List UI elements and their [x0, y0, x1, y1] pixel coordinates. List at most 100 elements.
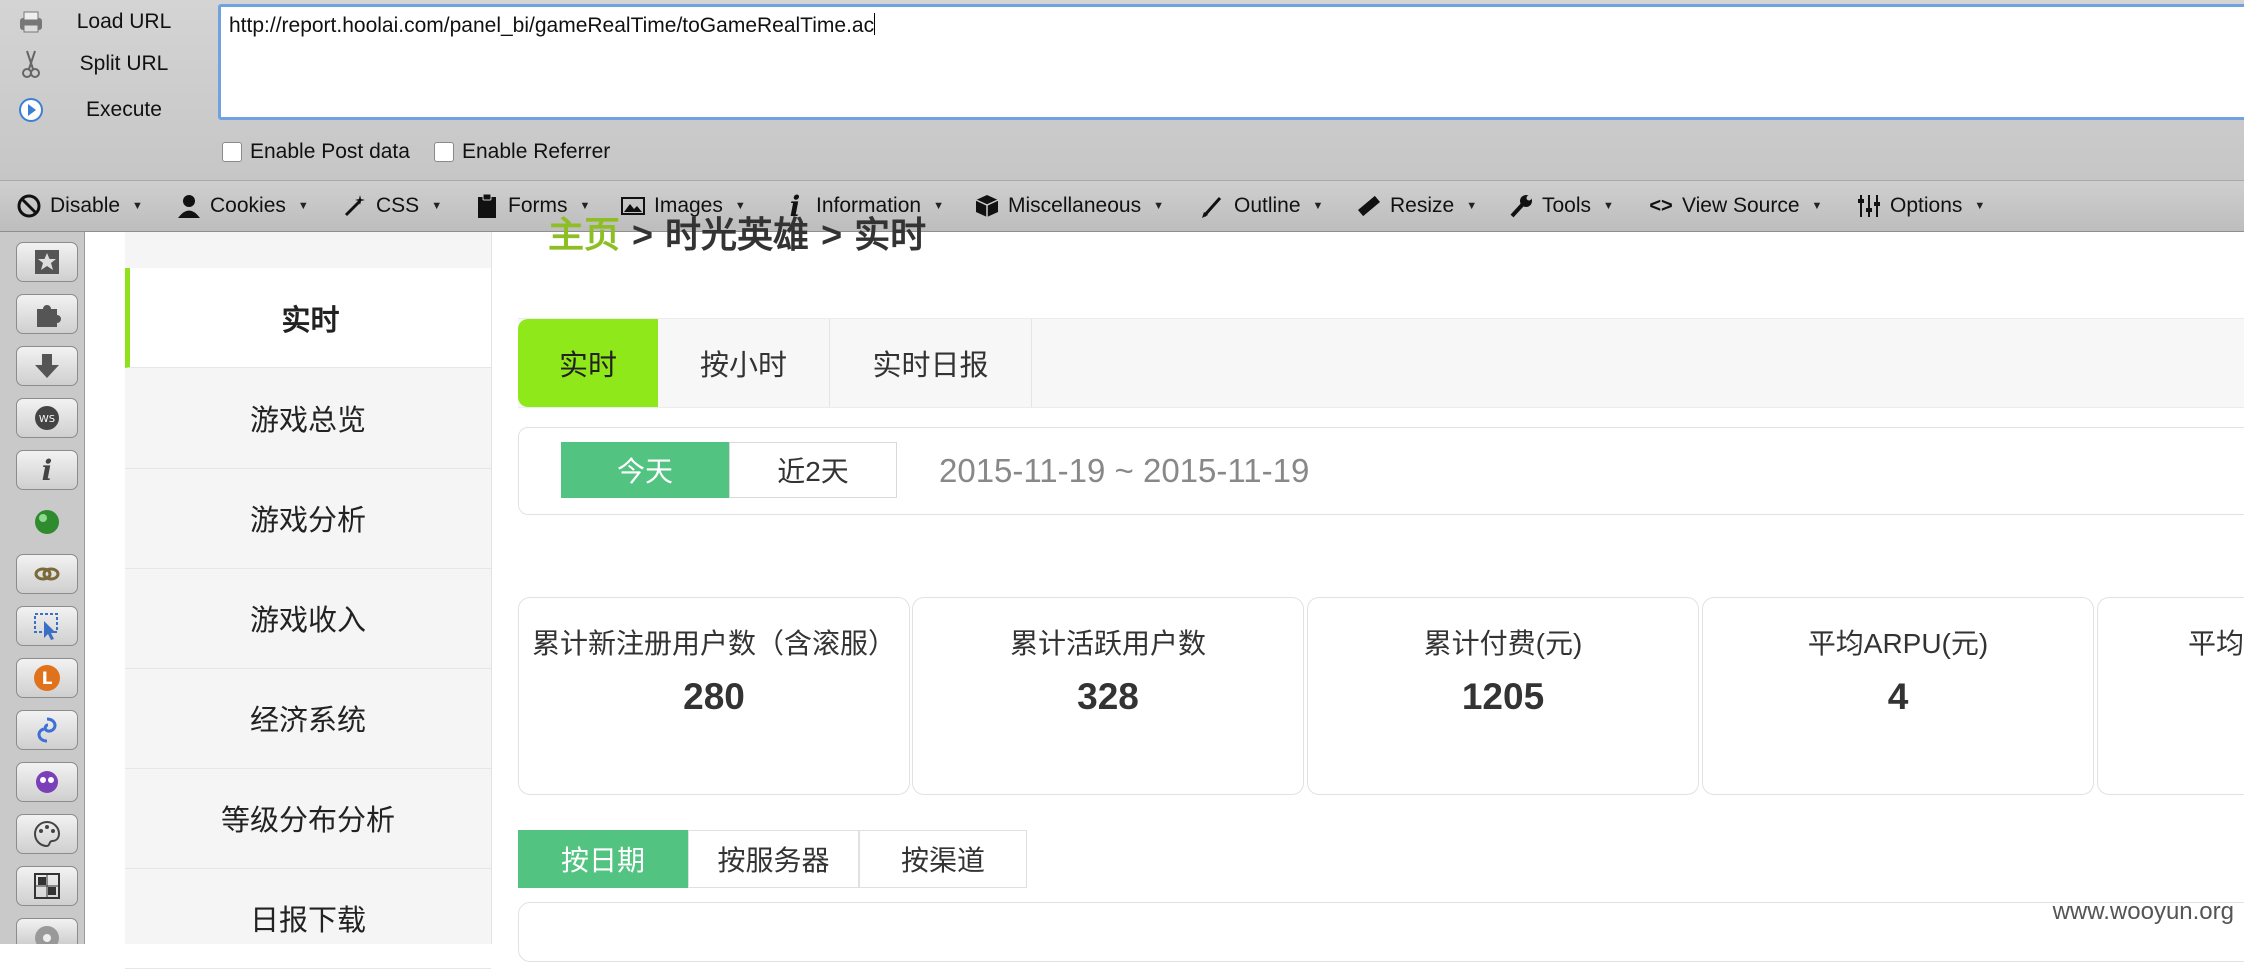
- forms-icon: [474, 193, 500, 219]
- cursor-select-icon[interactable]: [16, 606, 78, 646]
- split-url-label: Split URL: [79, 52, 169, 75]
- download-arrow-icon[interactable]: [16, 346, 78, 386]
- addon-puzzle-icon[interactable]: [16, 294, 78, 334]
- menu-miscellaneous[interactable]: Miscellaneous ▼: [974, 181, 1164, 231]
- load-url-button[interactable]: Load URL: [0, 0, 200, 44]
- today-button[interactable]: 今天: [561, 442, 729, 498]
- breadcrumb-separator: >: [632, 214, 654, 255]
- addon-icon-strip: WS i L: [0, 232, 85, 944]
- sidebar-item-game-overview[interactable]: 游戏总览: [125, 368, 491, 469]
- sidebar-item-game-analysis[interactable]: 游戏分析: [125, 468, 491, 569]
- sidebar-item-daily-download[interactable]: 日报下载: [125, 868, 491, 969]
- miscellaneous-icon: [974, 193, 1000, 219]
- breadcrumb-home-link[interactable]: 主页: [548, 214, 620, 255]
- execute-button[interactable]: Execute: [0, 88, 200, 132]
- menu-outline[interactable]: Outline ▼: [1200, 181, 1323, 231]
- play-icon: [16, 95, 46, 125]
- menu-label: Tools: [1542, 194, 1592, 217]
- tab-hourly[interactable]: 按小时: [658, 319, 830, 407]
- menu-disable[interactable]: Disable ▼: [16, 181, 143, 231]
- tab-by-server[interactable]: 按服务器: [688, 830, 859, 888]
- stat-value: 280: [683, 676, 745, 717]
- tools-icon: [1508, 193, 1534, 219]
- last-2-days-button[interactable]: 近2天: [729, 442, 897, 498]
- dropdown-arrow-icon: ▼: [1811, 200, 1823, 212]
- url-textarea[interactable]: http://report.hoolai.com/panel_bi/gameRe…: [218, 4, 2244, 120]
- menu-options[interactable]: Options ▼: [1856, 181, 1985, 231]
- link-chain-icon[interactable]: [16, 554, 78, 594]
- options-icon: [1856, 193, 1882, 219]
- svg-text:WS: WS: [39, 414, 55, 425]
- menu-label: Resize: [1390, 194, 1455, 217]
- tab-by-date[interactable]: 按日期: [518, 830, 688, 888]
- stat-value: 4: [1887, 676, 1909, 717]
- dropdown-arrow-icon: ▼: [1974, 200, 1986, 212]
- info-i-icon[interactable]: i: [16, 450, 78, 490]
- menu-view-source[interactable]: <> View Source ▼: [1648, 181, 1822, 231]
- stat-value: 1205: [1461, 676, 1545, 717]
- report-tabs: 实时 按小时 实时日报: [518, 318, 2244, 408]
- svg-text:L: L: [42, 669, 53, 689]
- orange-l-icon[interactable]: L: [16, 658, 78, 698]
- enable-post-checkbox[interactable]: Enable Post data: [222, 140, 410, 164]
- url-text: http://report.hoolai.com/panel_bi/gameRe…: [229, 14, 875, 37]
- sidebar-item-game-revenue[interactable]: 游戏收入: [125, 568, 491, 669]
- checkbox-box[interactable]: [434, 142, 454, 162]
- load-url-icon: [16, 7, 46, 37]
- sidebar-item-economy[interactable]: 经济系统: [125, 668, 491, 769]
- palette-icon[interactable]: [16, 814, 78, 854]
- breadcrumb-game[interactable]: 时光英雄: [665, 214, 809, 255]
- stat-card-total-paid: 累计付费(元) 1205: [1307, 597, 1699, 795]
- dropdown-arrow-icon: ▼: [1466, 200, 1478, 212]
- menu-label: View Source: [1682, 194, 1800, 217]
- breadcrumb: 主页 > 时光英雄 > 实时: [548, 206, 926, 258]
- stat-card-new-users: 累计新注册用户数（含滚服） 280: [518, 597, 910, 795]
- menu-cookies[interactable]: Cookies ▼: [176, 181, 309, 231]
- sidebar-item-level-distribution[interactable]: 等级分布分析: [125, 768, 491, 869]
- menu-label: Outline: [1234, 194, 1301, 217]
- menu-resize[interactable]: Resize ▼: [1356, 181, 1477, 231]
- data-table-container: [518, 902, 2244, 962]
- checkbox-box[interactable]: [222, 142, 242, 162]
- disc-icon[interactable]: [16, 918, 78, 944]
- date-range-input[interactable]: 2015-11-19 ~ 2015-11-19: [939, 452, 1319, 490]
- stat-title: 平均: [2188, 628, 2244, 659]
- dropdown-arrow-icon: ▼: [933, 200, 944, 212]
- dropdown-arrow-icon: ▼: [297, 200, 309, 212]
- dropdown-arrow-icon: ▼: [1312, 200, 1324, 212]
- cookies-icon: [176, 193, 202, 219]
- dropdown-arrow-icon: ▼: [431, 200, 443, 212]
- blue-swirl-icon[interactable]: [16, 710, 78, 750]
- breadcrumb-current: 实时: [854, 214, 927, 255]
- menu-tools[interactable]: Tools ▼: [1508, 181, 1614, 231]
- disable-icon: [16, 193, 42, 219]
- stat-title: 平均ARPU(元): [1807, 628, 1989, 659]
- outline-icon: [1200, 193, 1226, 219]
- menu-label: Options: [1890, 194, 1963, 217]
- purple-creature-icon[interactable]: [16, 762, 78, 802]
- tab-realtime[interactable]: 实时: [518, 319, 658, 407]
- menu-label: Cookies: [210, 194, 286, 217]
- execute-label: Execute: [86, 98, 162, 121]
- green-globe-icon[interactable]: [16, 502, 78, 542]
- sidebar-item-realtime[interactable]: 实时: [125, 268, 491, 368]
- report-sidebar: 实时 游戏总览 游戏分析 游戏收入 经济系统 等级分布分析 日报下载: [125, 232, 492, 969]
- stat-card-avg-partial: 平均: [2097, 597, 2244, 795]
- enable-referrer-label: Enable Referrer: [462, 140, 611, 163]
- hackbar-panel: Load URL Split URL Execute http://report…: [0, 0, 2244, 181]
- stat-card-active-users: 累计活跃用户数 328: [912, 597, 1304, 795]
- css-icon: [342, 193, 368, 219]
- enable-referrer-checkbox[interactable]: Enable Referrer: [434, 140, 610, 164]
- stat-title: 累计付费(元): [1423, 628, 1583, 659]
- split-url-button[interactable]: Split URL: [0, 42, 200, 86]
- stat-title: 累计活跃用户数: [1009, 628, 1206, 659]
- tab-realtime-daily[interactable]: 实时日报: [830, 319, 1032, 407]
- ws-badge-icon[interactable]: WS: [16, 398, 78, 438]
- stat-value: 328: [1077, 676, 1139, 717]
- tab-by-channel[interactable]: 按渠道: [859, 830, 1027, 888]
- grid-icon[interactable]: [16, 866, 78, 906]
- menu-css[interactable]: CSS ▼: [342, 181, 442, 231]
- dropdown-arrow-icon: ▼: [1603, 200, 1614, 212]
- bookmark-star-icon[interactable]: [16, 242, 78, 282]
- stat-card-avg-arpu: 平均ARPU(元) 4: [1702, 597, 2094, 795]
